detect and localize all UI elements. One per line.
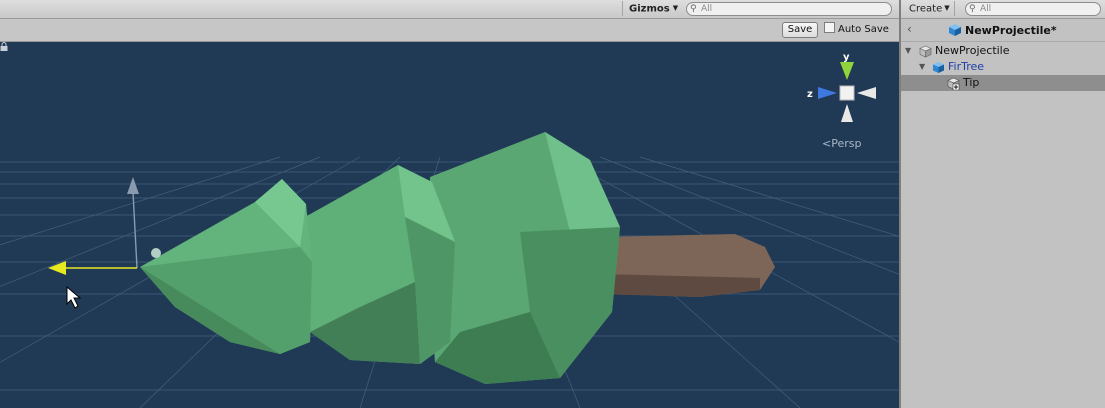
gizmos-dropdown[interactable]: Gizmos ▼	[622, 1, 684, 16]
autosave-label: Auto Save	[838, 24, 889, 35]
prefab-cube-icon	[933, 62, 944, 73]
create-dropdown[interactable]: Create ▼	[905, 1, 955, 16]
gameobject-cube-icon	[919, 45, 932, 58]
hierarchy-item-tip[interactable]: Tip	[901, 75, 1105, 91]
tree-trunk[interactable]	[600, 234, 775, 297]
axis-z-label: z	[807, 89, 813, 100]
scene-canvas[interactable]: y z	[0, 42, 899, 408]
scene-view-panel: Gizmos ▼ ⚲ All Save Auto Save y z <Persp	[0, 0, 899, 408]
search-icon: ⚲	[969, 4, 976, 14]
foldout-expanded-icon[interactable]: ▼	[919, 59, 925, 75]
autosave-toggle[interactable]: Auto Save	[824, 22, 889, 36]
prefab-cube-icon	[949, 24, 961, 36]
hierarchy-item-label: Tip	[963, 76, 980, 89]
dropdown-arrow-icon: ▼	[944, 4, 950, 12]
hierarchy-toolbar: Create ▼ ⚲ All	[901, 0, 1105, 19]
pivot-point	[151, 248, 161, 258]
hierarchy-panel: Create ▼ ⚲ All ‹ NewProjectile* ▼ NewProj…	[901, 0, 1105, 408]
hierarchy-search-placeholder: All	[980, 4, 992, 14]
hierarchy-item-label: NewProjectile	[935, 44, 1010, 57]
hierarchy-item-firtree[interactable]: ▼ FirTree	[901, 59, 1105, 75]
prefab-header: ‹ NewProjectile*	[901, 19, 1105, 42]
hierarchy-item-newprojectile[interactable]: ▼ NewProjectile	[901, 43, 1105, 59]
gizmos-label: Gizmos	[629, 3, 670, 15]
y-axis-handle	[127, 177, 139, 194]
fir-tree-foliage-back[interactable]	[428, 132, 620, 384]
prefab-title-text: NewProjectile*	[965, 24, 1057, 37]
scene-toolbar: Gizmos ▼ ⚲ All	[0, 0, 899, 19]
fir-tree-foliage-front[interactable]	[140, 179, 312, 354]
fir-tree-foliage-middle[interactable]	[305, 165, 455, 364]
prefab-title: NewProjectile*	[948, 23, 1057, 37]
foldout-expanded-icon[interactable]: ▼	[905, 43, 911, 59]
projection-toggle[interactable]: <Persp	[822, 137, 861, 150]
scene-viewport[interactable]: y z <Persp	[0, 42, 899, 408]
scene-search-input[interactable]: ⚲ All	[686, 2, 892, 16]
dropdown-arrow-icon: ▼	[672, 4, 679, 12]
create-label: Create	[909, 3, 943, 15]
hierarchy-search-input[interactable]: ⚲ All	[965, 2, 1101, 16]
save-button[interactable]: Save	[782, 22, 818, 38]
search-icon: ⚲	[690, 4, 697, 14]
back-arrow-icon[interactable]: ‹	[907, 22, 912, 36]
prefab-mode-bar: Save Auto Save	[0, 19, 899, 42]
projection-label: Persp	[831, 137, 862, 150]
hierarchy-item-label: FirTree	[948, 60, 985, 73]
axis-y-label: y	[843, 52, 850, 63]
lock-icon[interactable]	[0, 42, 8, 51]
mouse-cursor-icon	[66, 285, 82, 309]
autosave-checkbox[interactable]	[824, 22, 835, 33]
scene-search-placeholder: All	[701, 4, 713, 14]
added-gameobject-icon	[947, 77, 960, 90]
